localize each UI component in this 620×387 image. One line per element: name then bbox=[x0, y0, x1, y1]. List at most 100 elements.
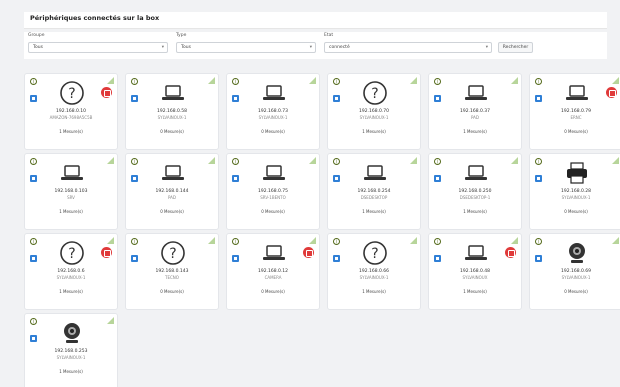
device-measures[interactable]: 1 Mesure(s) bbox=[25, 129, 117, 134]
device-measures[interactable]: 0 Mesure(s) bbox=[126, 129, 218, 134]
device-name: TECNO bbox=[165, 275, 179, 280]
device-measures[interactable]: 0 Mesure(s) bbox=[530, 209, 620, 214]
laptop-icon bbox=[260, 159, 288, 187]
device-ip: 192.168.0.28 bbox=[560, 189, 592, 194]
filter-bar: Groupe Tous ▾ Type Tous ▾ Etat connecté … bbox=[24, 32, 607, 59]
laptop-icon bbox=[462, 79, 490, 107]
wifi-icon: ) bbox=[333, 238, 340, 245]
info-icon[interactable] bbox=[333, 175, 340, 182]
device-card[interactable]: ) 192.168.0.253 SYLVAINOUX-1 1 Mesure(s) bbox=[24, 313, 118, 387]
device-measures[interactable]: 1 Mesure(s) bbox=[25, 289, 117, 294]
device-card[interactable]: )? 192.168.0.66 SYLVAINOUX-1 1 Mesure(s) bbox=[327, 233, 421, 310]
device-ip: 192.168.0.66 bbox=[358, 269, 390, 274]
device-name: SYLVAINOUX-1 bbox=[56, 275, 86, 280]
info-icon[interactable] bbox=[131, 175, 138, 182]
info-icon[interactable] bbox=[30, 335, 37, 342]
device-card[interactable]: ) 192.168.0.69 SYLVAINOUX-1 0 Mesure(s) bbox=[529, 233, 620, 310]
webcam-icon bbox=[563, 239, 591, 267]
device-card[interactable]: ) 192.168.0.73 SYLVAINOUX-1 0 Mesure(s) bbox=[226, 73, 320, 150]
info-icon[interactable] bbox=[232, 95, 239, 102]
device-name: SYLVAINOUX bbox=[462, 275, 488, 280]
device-measures[interactable]: 1 Mesure(s) bbox=[25, 209, 117, 214]
device-card[interactable]: ) 192.168.0.250 DSEDESKTOP-1 1 Mesure(s) bbox=[428, 153, 522, 230]
info-icon[interactable] bbox=[434, 175, 441, 182]
info-icon[interactable] bbox=[232, 255, 239, 262]
device-ip: 192.168.0.103 bbox=[54, 189, 88, 194]
info-icon[interactable] bbox=[535, 255, 542, 262]
wifi-icon: ) bbox=[30, 158, 37, 165]
device-ip: 192.168.0.250 bbox=[458, 189, 492, 194]
info-icon[interactable] bbox=[535, 95, 542, 102]
info-icon[interactable] bbox=[434, 255, 441, 262]
device-card[interactable]: ) 192.168.0.12 CAMERA 0 Mesure(s) bbox=[226, 233, 320, 310]
wifi-icon: ) bbox=[131, 158, 138, 165]
info-icon[interactable] bbox=[131, 255, 138, 262]
device-measures[interactable]: 0 Mesure(s) bbox=[126, 289, 218, 294]
device-card[interactable]: ) 192.168.0.28 SYLVAINOUX-1 0 Mesure(s) bbox=[529, 153, 620, 230]
device-measures[interactable]: 1 Mesure(s) bbox=[429, 289, 521, 294]
device-measures[interactable]: 0 Mesure(s) bbox=[227, 129, 319, 134]
device-card[interactable]: ) 192.168.0.58 SYLVAINOUX-1 0 Mesure(s) bbox=[125, 73, 219, 150]
wifi-icon: ) bbox=[232, 78, 239, 85]
device-measures[interactable]: 0 Mesure(s) bbox=[530, 129, 620, 134]
device-measures[interactable]: 1 Mesure(s) bbox=[25, 369, 117, 374]
svg-text:?: ? bbox=[371, 246, 378, 262]
signal-corner-icon bbox=[309, 77, 316, 84]
device-card[interactable]: )? 192.168.0.6 SYLVAINOUX-1 1 Mesure(s) bbox=[24, 233, 118, 310]
info-icon[interactable] bbox=[333, 255, 340, 262]
device-measures[interactable]: 0 Mesure(s) bbox=[530, 289, 620, 294]
device-name: DSEDESKTOP bbox=[360, 195, 388, 200]
wifi-icon: ) bbox=[535, 238, 542, 245]
info-icon[interactable] bbox=[30, 95, 37, 102]
info-icon[interactable] bbox=[333, 95, 340, 102]
device-ip: 192.168.0.143 bbox=[155, 269, 189, 274]
filter-etat-select[interactable]: connecté ▾ bbox=[324, 42, 492, 53]
laptop-icon bbox=[462, 159, 490, 187]
device-card[interactable]: ) 192.168.0.75 SRV-1BENTO 0 Mesure(s) bbox=[226, 153, 320, 230]
alert-icon bbox=[303, 247, 314, 258]
wifi-icon: ) bbox=[434, 238, 441, 245]
device-ip: 192.168.0.12 bbox=[257, 269, 289, 274]
device-card[interactable]: )? 192.168.0.10 AMAZON-7698A5C5B 1 Mesure(s… bbox=[24, 73, 118, 150]
device-measures[interactable]: 0 Mesure(s) bbox=[227, 209, 319, 214]
device-name: PAD bbox=[471, 115, 479, 120]
device-ip: 192.168.0.70 bbox=[358, 109, 390, 114]
device-ip: 192.168.0.73 bbox=[257, 109, 289, 114]
info-icon[interactable] bbox=[535, 175, 542, 182]
filter-type-select[interactable]: Tous ▾ bbox=[176, 42, 316, 53]
device-measures[interactable]: 1 Mesure(s) bbox=[328, 209, 420, 214]
device-measures[interactable]: 1 Mesure(s) bbox=[328, 129, 420, 134]
device-measures[interactable]: 1 Mesure(s) bbox=[429, 129, 521, 134]
device-measures[interactable]: 1 Mesure(s) bbox=[429, 209, 521, 214]
info-icon[interactable] bbox=[30, 255, 37, 262]
question-icon: ? bbox=[58, 79, 86, 107]
device-card[interactable]: ) 192.168.0.103 SRV 1 Mesure(s) bbox=[24, 153, 118, 230]
device-card[interactable]: )? 192.168.0.143 TECNO 0 Mesure(s) bbox=[125, 233, 219, 310]
laptop-icon bbox=[563, 79, 591, 107]
signal-corner-icon bbox=[511, 237, 518, 244]
info-icon[interactable] bbox=[30, 175, 37, 182]
device-card[interactable]: ) 192.168.0.79 ERNC 0 Mesure(s) bbox=[529, 73, 620, 150]
info-icon[interactable] bbox=[131, 95, 138, 102]
device-card[interactable]: )? 192.168.0.70 SYLVAINOUX-1 1 Mesure(s) bbox=[327, 73, 421, 150]
device-card[interactable]: ) 192.168.0.48 SYLVAINOUX 1 Mesure(s) bbox=[428, 233, 522, 310]
device-card[interactable]: ) 192.168.0.144 PAD 0 Mesure(s) bbox=[125, 153, 219, 230]
device-card[interactable]: ) 192.168.0.37 PAD 1 Mesure(s) bbox=[428, 73, 522, 150]
search-button[interactable]: Rechercher bbox=[498, 42, 533, 53]
alert-icon bbox=[606, 87, 617, 98]
filter-groupe-select[interactable]: Tous ▾ bbox=[28, 42, 168, 53]
device-name: PAD bbox=[168, 195, 176, 200]
wifi-icon: ) bbox=[131, 78, 138, 85]
device-name: AMAZON-7698A5C5B bbox=[49, 115, 93, 120]
info-icon[interactable] bbox=[434, 95, 441, 102]
page-title: Périphériques connectés sur la box bbox=[30, 14, 160, 22]
device-measures[interactable]: 0 Mesure(s) bbox=[227, 289, 319, 294]
device-card[interactable]: ) 192.168.0.254 DSEDESKTOP 1 Mesure(s) bbox=[327, 153, 421, 230]
device-measures[interactable]: 1 Mesure(s) bbox=[328, 289, 420, 294]
device-name: DSEDESKTOP-1 bbox=[459, 195, 491, 200]
chevron-down-icon: ▾ bbox=[485, 45, 488, 50]
device-name: SRV-1BENTO bbox=[260, 195, 286, 200]
info-icon[interactable] bbox=[232, 175, 239, 182]
wifi-icon: ) bbox=[30, 78, 37, 85]
device-measures[interactable]: 0 Mesure(s) bbox=[126, 209, 218, 214]
